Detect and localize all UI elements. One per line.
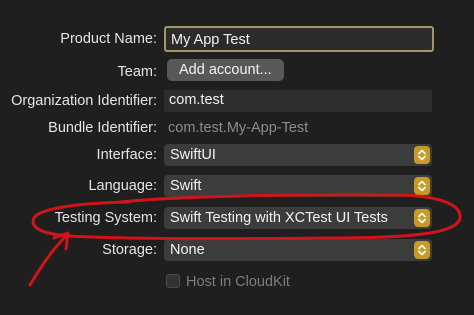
organization-identifier-field[interactable]: com.test	[164, 90, 432, 112]
bundle-identifier-value: com.test.My-App-Test	[168, 120, 309, 136]
add-account-button[interactable]: Add account...	[167, 59, 284, 81]
team-label: Team:	[117, 64, 158, 80]
chevron-up-down-icon	[414, 209, 430, 227]
interface-popup[interactable]: SwiftUI	[164, 144, 432, 166]
storage-popup[interactable]: None	[164, 239, 432, 261]
interface-row: Interface: SwiftUI	[0, 141, 474, 169]
testing-system-row: Testing System: Swift Testing with XCTes…	[0, 204, 474, 232]
host-in-cloudkit-checkbox[interactable]	[166, 274, 180, 288]
product-name-field[interactable]: My App Test	[164, 26, 434, 52]
testing-system-popup[interactable]: Swift Testing with XCTest UI Tests	[164, 207, 432, 229]
interface-popup-value: SwiftUI	[170, 147, 216, 163]
storage-row: Storage: None	[0, 236, 474, 264]
interface-label: Interface:	[96, 147, 157, 163]
project-options-form: Product Name: My App Test Team: Add acco…	[0, 0, 474, 315]
testing-system-popup-value: Swift Testing with XCTest UI Tests	[170, 210, 388, 226]
chevron-up-down-icon	[414, 177, 430, 195]
language-popup-value: Swift	[170, 178, 202, 194]
bundle-identifier-label: Bundle Identifier:	[48, 120, 157, 136]
product-name-label: Product Name:	[60, 31, 157, 47]
host-in-cloudkit-label: Host in CloudKit	[186, 274, 290, 290]
chevron-up-down-icon	[414, 146, 430, 164]
organization-identifier-row: Organization Identifier: com.test	[0, 87, 474, 115]
team-row: Team: Add account...	[0, 58, 474, 86]
bundle-identifier-row: Bundle Identifier: com.test.My-App-Test	[0, 114, 474, 142]
testing-system-label: Testing System:	[54, 210, 157, 226]
organization-identifier-label: Organization Identifier:	[11, 93, 157, 109]
product-name-row: Product Name: My App Test	[0, 25, 474, 53]
chevron-up-down-icon	[414, 241, 430, 259]
storage-label: Storage:	[102, 242, 157, 258]
language-label: Language:	[88, 178, 157, 194]
language-row: Language: Swift	[0, 172, 474, 200]
host-in-cloudkit-row: Host in CloudKit	[0, 268, 474, 296]
storage-popup-value: None	[170, 242, 205, 258]
language-popup[interactable]: Swift	[164, 175, 432, 197]
